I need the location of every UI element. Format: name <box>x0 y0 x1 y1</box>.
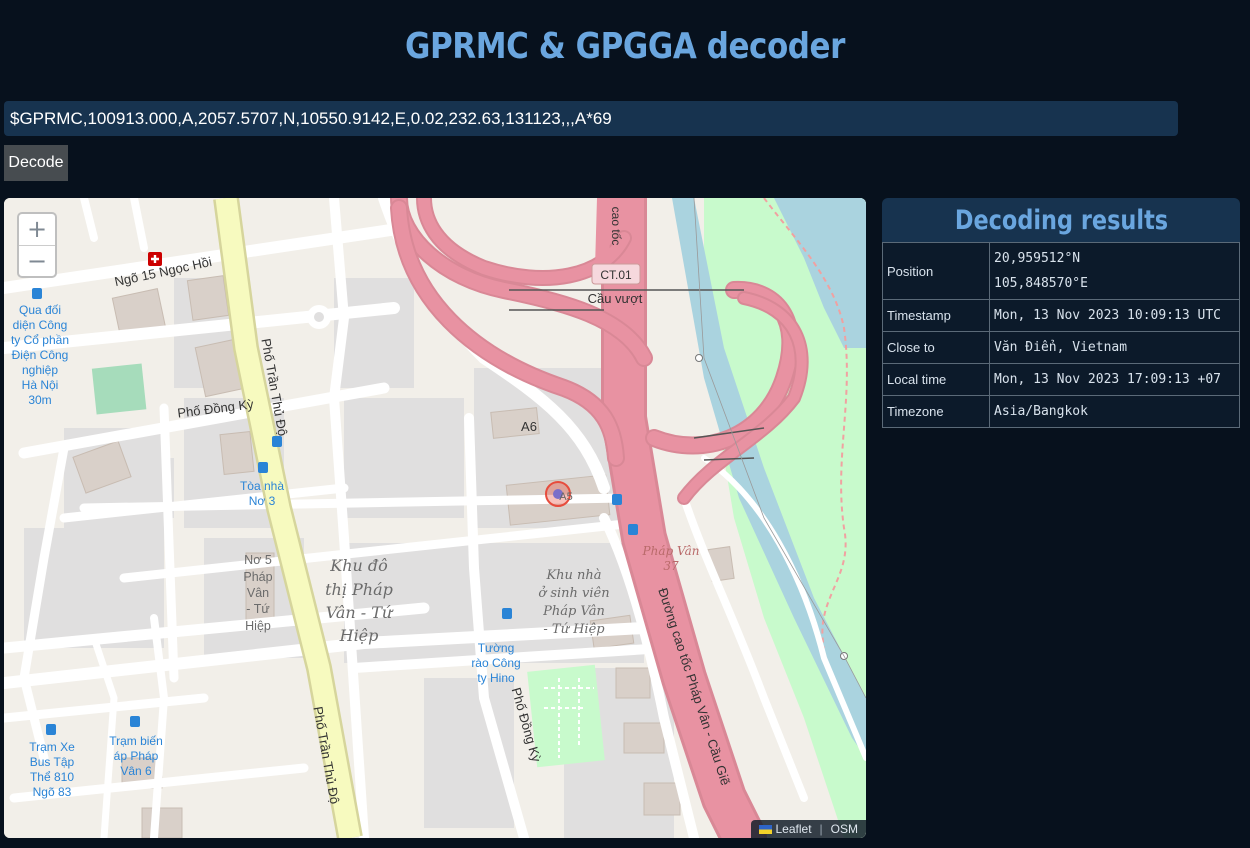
map-label: nghiệp <box>22 363 58 377</box>
map-label: Vân - Tứ <box>326 603 394 622</box>
close-to-label: Close to <box>882 331 990 364</box>
table-row: Close to Văn Điển, Vietnam <box>882 331 1240 364</box>
map-label: Pháp <box>243 570 272 584</box>
position-label: Position <box>882 242 990 300</box>
map-label: Bus Tập <box>30 755 75 769</box>
ukraine-flag-icon <box>758 825 772 834</box>
map-label: 30m <box>28 393 51 407</box>
map-label: Cầu vượt <box>588 291 643 306</box>
position-latitude: 20,959512°N <box>994 251 1081 266</box>
map-label: thị Pháp <box>325 580 393 599</box>
map-attribution: Leaflet | OSM <box>750 820 866 838</box>
position-longitude: 105,848570°E <box>994 276 1088 291</box>
map-label: Trạm Xe <box>29 740 75 754</box>
results-table: Position 20,959512°N 105,848570°E Timest… <box>882 242 1240 428</box>
map-label: Tường <box>478 641 515 655</box>
map-label: - Tứ Hiệp <box>543 622 605 637</box>
osm-link[interactable]: OSM <box>831 822 858 836</box>
table-row: Position 20,959512°N 105,848570°E <box>882 242 1240 300</box>
map-label: ty Cổ phần <box>11 333 69 347</box>
timestamp-label: Timestamp <box>882 299 990 332</box>
map-tiles[interactable]: Ngõ 15 Ngọc Hồi Phố Đồng Kỳ A6 A5 CT.01 … <box>4 198 866 838</box>
timestamp-value: Mon, 13 Nov 2023 10:09:13 UTC <box>989 299 1240 332</box>
page-title: GPRMC & GPGGA decoder <box>405 26 845 67</box>
map-label: ty Hino <box>477 671 515 685</box>
results-title: Decoding results <box>882 198 1240 242</box>
map-label: CT.01 <box>600 268 632 282</box>
position-value: 20,959512°N 105,848570°E <box>989 242 1240 300</box>
decode-button[interactable]: Decode <box>4 145 68 181</box>
map-label: Khu nhà <box>545 568 601 583</box>
map-label: Qua đối <box>19 303 61 317</box>
map-label: Tòa nhà <box>240 479 284 493</box>
map-label: Vân <box>247 586 269 600</box>
map-label: Trạm biến <box>109 734 163 748</box>
map-label: A6 <box>521 419 537 434</box>
map-label: diện Công <box>13 318 68 332</box>
map-label: Ngõ 83 <box>33 785 72 799</box>
zoom-out-button[interactable]: − <box>19 246 55 276</box>
map-label: ở sinh viên <box>538 586 609 601</box>
map-label: Khu đô <box>329 556 388 575</box>
local-time-label: Local time <box>882 363 990 396</box>
attribution-separator: | <box>819 822 823 836</box>
nmea-input[interactable] <box>4 101 1178 136</box>
map-label: rào Công <box>471 656 520 670</box>
zoom-control: + − <box>17 212 57 278</box>
close-to-value: Văn Điển, Vietnam <box>989 331 1240 364</box>
map[interactable]: Ngõ 15 Ngọc Hồi Phố Đồng Kỳ A6 A5 CT.01 … <box>4 198 866 838</box>
map-label: Pháp Vân <box>542 604 605 619</box>
map-label: Hà Nội <box>22 378 59 392</box>
table-row: Local time Mon, 13 Nov 2023 17:09:13 +07 <box>882 363 1240 396</box>
map-label: Hiệp <box>245 619 271 633</box>
map-label: Thể 810 <box>30 770 74 784</box>
table-row: Timestamp Mon, 13 Nov 2023 10:09:13 UTC <box>882 299 1240 332</box>
timezone-label: Timezone <box>882 395 990 428</box>
map-label: Hiệp <box>339 626 379 645</box>
timezone-value: Asia/Bangkok <box>989 395 1240 428</box>
map-label: Nơ 5 <box>244 553 272 567</box>
map-label: A5 <box>559 491 572 503</box>
table-row: Timezone Asia/Bangkok <box>882 395 1240 428</box>
map-label: 37 <box>663 559 679 573</box>
map-label: Nơ 3 <box>249 494 276 508</box>
map-label: Pháp Vân <box>642 544 700 558</box>
map-label: cao tốc <box>609 207 623 246</box>
map-label: Điện Công <box>12 348 69 362</box>
zoom-in-button[interactable]: + <box>19 214 55 246</box>
map-label: áp Pháp <box>114 749 159 763</box>
map-label: - Tứ <box>246 602 269 616</box>
map-label: Vân 6 <box>120 764 152 778</box>
results-panel: Decoding results Position 20,959512°N 10… <box>882 198 1240 428</box>
leaflet-link[interactable]: Leaflet <box>776 822 812 836</box>
local-time-value: Mon, 13 Nov 2023 17:09:13 +07 <box>989 363 1240 396</box>
